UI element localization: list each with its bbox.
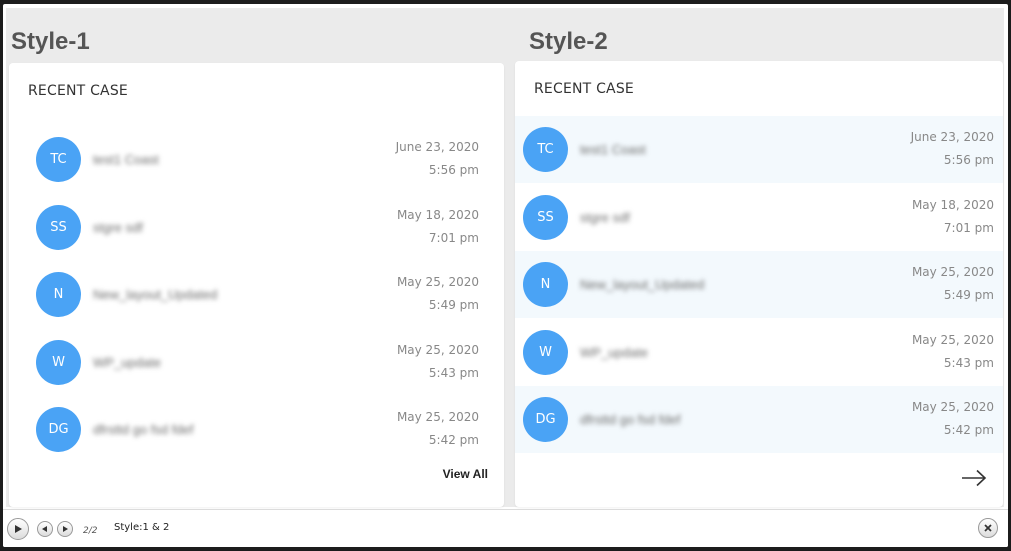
previous-button[interactable] xyxy=(37,521,53,537)
case-title[interactable]: stgre sdf xyxy=(93,220,143,235)
case-time: 5:43 pm xyxy=(428,365,479,380)
case-row[interactable]: DG dfrsttd go fsd fdef May 25, 2020 5:42 pm xyxy=(515,386,1003,453)
case-date: May 25, 2020 xyxy=(396,342,479,357)
previous-icon xyxy=(42,526,47,532)
play-button[interactable] xyxy=(7,518,29,540)
style-1-title: Style-1 xyxy=(11,28,90,55)
case-date: May 18, 2020 xyxy=(396,207,479,222)
case-time: 5:49 pm xyxy=(943,288,994,302)
slide-canvas: Style-1 RECENT CASE TC test1 Coast June 23… xyxy=(6,8,1004,507)
case-title[interactable]: dfrsttd go fsd fdef xyxy=(580,412,680,427)
case-title[interactable]: dfrsttd go fsd fdef xyxy=(93,422,193,437)
case-time: 5:56 pm xyxy=(943,153,994,167)
avatar: W xyxy=(523,329,568,375)
case-title[interactable]: test1 Coast xyxy=(580,142,646,157)
next-icon xyxy=(63,526,68,532)
case-title[interactable]: WP_update xyxy=(93,355,161,370)
case-row[interactable]: TC test1 Coast June 23, 2020 5:56 pm xyxy=(9,126,504,193)
case-row[interactable]: TC test1 Coast June 23, 2020 5:56 pm xyxy=(515,116,1003,183)
avatar: TC xyxy=(36,137,81,182)
case-time: 7:01 pm xyxy=(428,230,479,245)
slideshow-frame: Style-1 RECENT CASE TC test1 Coast June 23… xyxy=(3,4,1008,547)
case-date: May 25, 2020 xyxy=(911,265,994,279)
avatar: W xyxy=(36,339,81,385)
case-date: June 23, 2020 xyxy=(395,140,479,154)
case-date: June 23, 2020 xyxy=(910,130,994,144)
avatar: DG xyxy=(523,397,568,442)
close-button[interactable] xyxy=(978,518,998,538)
case-title[interactable]: test1 Coast xyxy=(93,152,159,167)
play-icon xyxy=(15,525,22,533)
style-2-card: RECENT CASE TC test1 Coast June 23, 2020 5:… xyxy=(515,61,1003,507)
style-1-header: RECENT CASE xyxy=(28,83,128,99)
case-time: 5:42 pm xyxy=(428,433,479,447)
case-row[interactable]: W WP_update May 25, 2020 5:43 pm xyxy=(515,319,1003,386)
slide-label: Style:1 & 2 xyxy=(114,522,170,533)
case-row[interactable]: N New_layout_Updated May 25, 2020 5:49 pm xyxy=(515,251,1003,318)
style-2-header: RECENT CASE xyxy=(534,81,634,97)
style-1-card: RECENT CASE TC test1 Coast June 23, 2020 5:… xyxy=(9,63,504,507)
case-row[interactable]: W WP_update May 25, 2020 5:43 pm xyxy=(9,329,504,396)
case-date: May 25, 2020 xyxy=(911,400,994,414)
avatar: N xyxy=(523,262,568,307)
avatar: DG xyxy=(36,407,81,452)
case-title[interactable]: New_layout_Updated xyxy=(580,277,704,292)
view-all-link[interactable]: View All xyxy=(443,467,488,481)
slide-counter: 2/2 xyxy=(83,526,98,536)
avatar: TC xyxy=(523,127,568,172)
case-date: May 18, 2020 xyxy=(911,197,994,212)
case-title[interactable]: stgre sdf xyxy=(580,210,630,225)
case-row[interactable]: SS stgre sdf May 18, 2020 7:01 pm xyxy=(9,194,504,261)
avatar: SS xyxy=(36,204,81,250)
style-2-title: Style-2 xyxy=(529,28,608,55)
case-title[interactable]: WP_update xyxy=(580,345,648,360)
case-row[interactable]: N New_layout_Updated May 25, 2020 5:49 pm xyxy=(9,261,504,328)
avatar: SS xyxy=(523,194,568,240)
case-title[interactable]: New_layout_Updated xyxy=(93,287,217,302)
case-row[interactable]: DG dfrsttd go fsd fdef May 25, 2020 5:42 pm xyxy=(9,396,504,463)
avatar: N xyxy=(36,272,81,317)
case-date: May 25, 2020 xyxy=(396,275,479,289)
case-time: 5:42 pm xyxy=(943,423,994,437)
case-date: May 25, 2020 xyxy=(396,410,479,424)
close-icon xyxy=(984,524,992,532)
player-toolbar: 2/2 Style:1 & 2 xyxy=(3,509,1008,547)
case-row[interactable]: SS stgre sdf May 18, 2020 7:01 pm xyxy=(515,184,1003,251)
case-time: 7:01 pm xyxy=(943,220,994,235)
arrow-right-icon[interactable] xyxy=(961,469,987,487)
case-date: May 25, 2020 xyxy=(911,332,994,347)
next-button[interactable] xyxy=(57,521,73,537)
case-time: 5:56 pm xyxy=(428,163,479,177)
case-time: 5:49 pm xyxy=(428,298,479,312)
case-time: 5:43 pm xyxy=(943,355,994,370)
